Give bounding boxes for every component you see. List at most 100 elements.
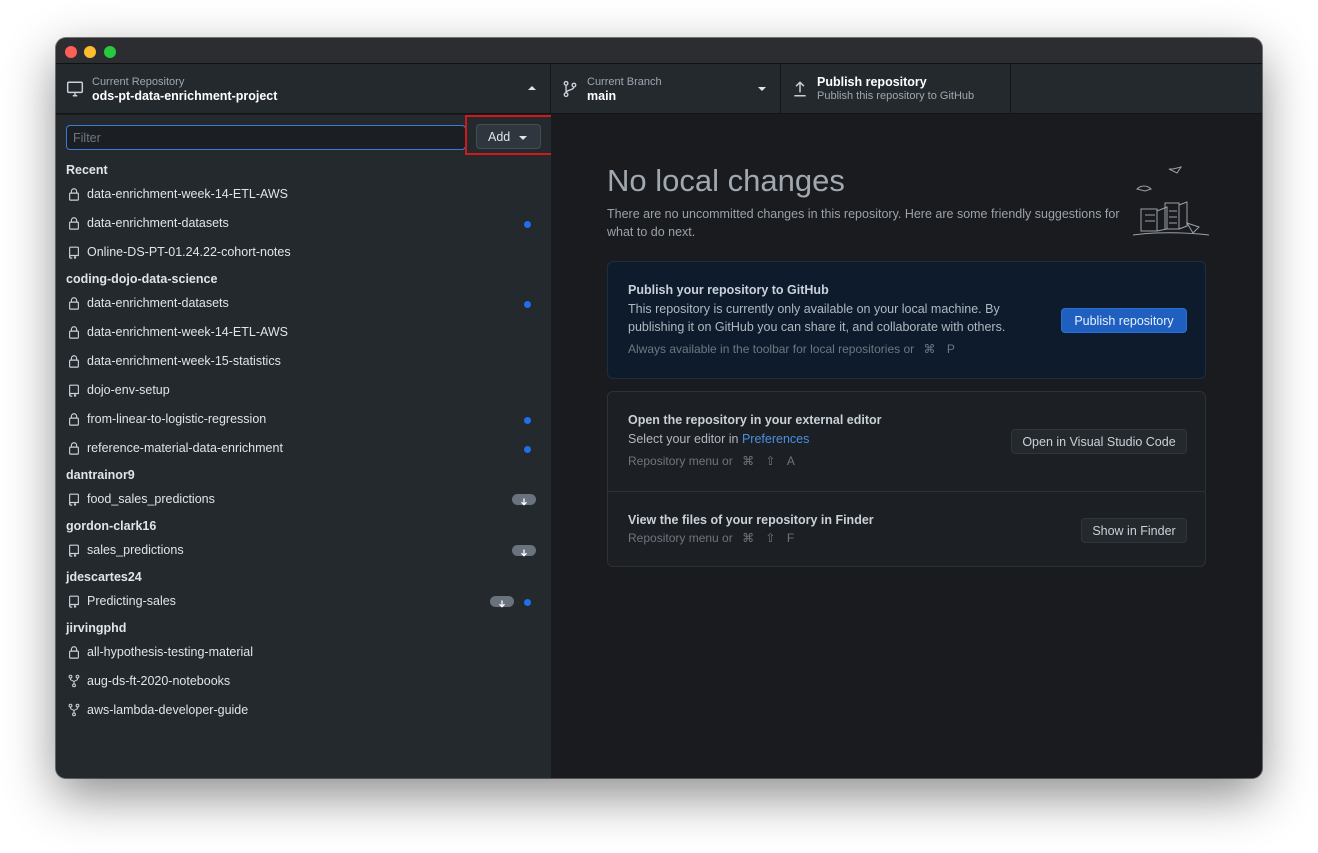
pull-available-icon	[512, 494, 536, 506]
group-title: gordon-clark16	[66, 519, 157, 533]
repository-list-item[interactable]: dojo-env-setup	[56, 376, 551, 405]
publish-repository-button[interactable]: Publish repository	[1061, 308, 1187, 333]
lock-icon	[69, 217, 79, 230]
branch-label: Current Branch	[587, 76, 662, 88]
branch-icon	[563, 80, 577, 98]
repository-name: all-hypothesis-testing-material	[87, 645, 254, 659]
repository-list-item[interactable]: sales_predictions	[56, 536, 551, 565]
card-divider	[608, 491, 1205, 492]
pull-available-icon	[512, 545, 536, 557]
repository-list-panel: Add Recentdata-enrichment-week-14-ETL-AW…	[56, 115, 551, 778]
repo-icon	[68, 246, 79, 259]
repository-name: reference-material-data-enrichment	[87, 441, 283, 455]
repository-name: from-linear-to-logistic-regression	[87, 412, 267, 426]
filter-input[interactable]	[66, 125, 466, 150]
repository-list-item[interactable]: data-enrichment-datasets	[56, 209, 551, 238]
repository-name: data-enrichment-week-14-ETL-AWS	[87, 187, 288, 201]
current-repository-selector[interactable]: Current Repository ods-pt-data-enrichmen…	[56, 64, 551, 114]
lock-icon	[69, 188, 79, 201]
shortcut-key: F	[786, 531, 795, 545]
repository-name: ods-pt-data-enrichment-project	[92, 89, 278, 103]
fork-icon	[68, 703, 80, 717]
repository-list-item[interactable]: Online-DS-PT-01.24.22-cohort-notes	[56, 238, 551, 267]
repository-name: data-enrichment-datasets	[87, 216, 229, 230]
repository-name: sales_predictions	[87, 543, 184, 557]
open-editor-description: Select your editor in Preferences	[628, 430, 1048, 448]
repository-list-item[interactable]: all-hypothesis-testing-material	[56, 638, 551, 667]
current-branch-selector[interactable]: Current Branch main	[551, 64, 781, 114]
repository-name: data-enrichment-week-15-statistics	[87, 354, 281, 368]
open-editor-title: Open the repository in your external edi…	[628, 413, 882, 427]
repository-name: aws-lambda-developer-guide	[87, 703, 249, 717]
repository-name: food_sales_predictions	[87, 492, 215, 506]
open-editor-shortcut: Repository menu or ⌘ ⇧ A	[628, 454, 795, 468]
open-editor-description-text: Select your editor in	[628, 432, 739, 446]
highlight-box	[465, 115, 551, 155]
show-in-finder-button[interactable]: Show in Finder	[1081, 518, 1187, 543]
lock-icon	[69, 326, 79, 339]
shortcut-key: ⌘	[742, 531, 755, 545]
repository-label: Current Repository	[92, 76, 185, 88]
shortcut-key: P	[946, 342, 955, 356]
group-title: Recent	[66, 163, 108, 177]
group-title: jirvingphd	[66, 621, 127, 635]
repository-name: dojo-env-setup	[87, 383, 170, 397]
preferences-link[interactable]: Preferences	[742, 432, 809, 446]
repository-name: Online-DS-PT-01.24.22-cohort-notes	[87, 245, 291, 259]
chevron-up-icon	[528, 86, 536, 90]
publish-repository-button[interactable]: Publish repository Publish this reposito…	[781, 64, 1011, 114]
open-editor-hint-text: Repository menu or	[628, 454, 733, 468]
computer-icon	[66, 81, 84, 97]
repository-name: data-enrichment-datasets	[87, 296, 229, 310]
uncommitted-changes-indicator	[524, 446, 531, 453]
shortcut-key: ⌘	[923, 342, 936, 356]
repository-list-item[interactable]: data-enrichment-week-14-ETL-AWS	[56, 180, 551, 209]
lock-icon	[69, 646, 79, 659]
repository-list-item[interactable]: aws-lambda-developer-guide	[56, 696, 551, 725]
repository-name: Predicting-sales	[87, 594, 176, 608]
publish-card-shortcut: Always available in the toolbar for loca…	[628, 342, 955, 356]
open-in-editor-button[interactable]: Open in Visual Studio Code	[1011, 429, 1187, 454]
lock-icon	[69, 297, 79, 310]
close-window-button[interactable]	[65, 46, 77, 58]
repository-list-item[interactable]: data-enrichment-datasets	[56, 289, 551, 318]
repository-list-item[interactable]: data-enrichment-week-14-ETL-AWS	[56, 318, 551, 347]
group-title: coding-dojo-data-science	[66, 272, 218, 286]
fork-icon	[68, 674, 80, 688]
publish-hint-text: Always available in the toolbar for loca…	[628, 342, 915, 356]
repo-icon	[68, 493, 79, 506]
repository-list-item[interactable]: from-linear-to-logistic-regression	[56, 405, 551, 434]
repository-list-item[interactable]: reference-material-data-enrichment	[56, 434, 551, 463]
lock-icon	[69, 355, 79, 368]
uncommitted-changes-indicator	[524, 301, 531, 308]
repo-icon	[68, 384, 79, 397]
no-changes-description: There are no uncommitted changes in this…	[607, 207, 1120, 239]
shortcut-key: A	[786, 454, 795, 468]
finder-hint-text: Repository menu or	[628, 531, 733, 545]
finder-shortcut: Repository menu or ⌘ ⇧ F	[628, 531, 794, 545]
shortcut-key: ⌘	[742, 454, 755, 468]
publish-card: Publish your repository to GitHub This r…	[607, 261, 1206, 379]
empty-state-illustration-icon	[1132, 166, 1210, 236]
repository-list-item[interactable]: data-enrichment-week-15-statistics	[56, 347, 551, 376]
repository-name: aug-ds-ft-2020-notebooks	[87, 674, 231, 688]
branch-name: main	[587, 89, 617, 103]
repo-icon	[68, 544, 79, 557]
repository-list-item[interactable]: food_sales_predictions	[56, 485, 551, 514]
maximize-window-button[interactable]	[104, 46, 116, 58]
main-content: No local changes There are no uncommitte…	[551, 115, 1262, 778]
shortcut-key: ⇧	[765, 531, 776, 545]
minimize-window-button[interactable]	[84, 46, 96, 58]
finder-title: View the files of your repository in Fin…	[628, 513, 874, 527]
publish-subtitle: Publish this repository to GitHub	[817, 90, 975, 102]
repository-list-item[interactable]: Predicting-sales	[56, 587, 551, 616]
toolbar: Current Repository ods-pt-data-enrichmen…	[56, 64, 1262, 114]
uncommitted-changes-indicator	[524, 417, 531, 424]
repo-icon	[68, 595, 79, 608]
app-window: Current Repository ods-pt-data-enrichmen…	[56, 38, 1262, 778]
repository-list-item[interactable]: aug-ds-ft-2020-notebooks	[56, 667, 551, 696]
group-title: jdescartes24	[66, 570, 142, 584]
suggestions-card: Open the repository in your external edi…	[607, 391, 1206, 567]
publish-card-title: Publish your repository to GitHub	[628, 283, 829, 297]
lock-icon	[69, 413, 79, 426]
